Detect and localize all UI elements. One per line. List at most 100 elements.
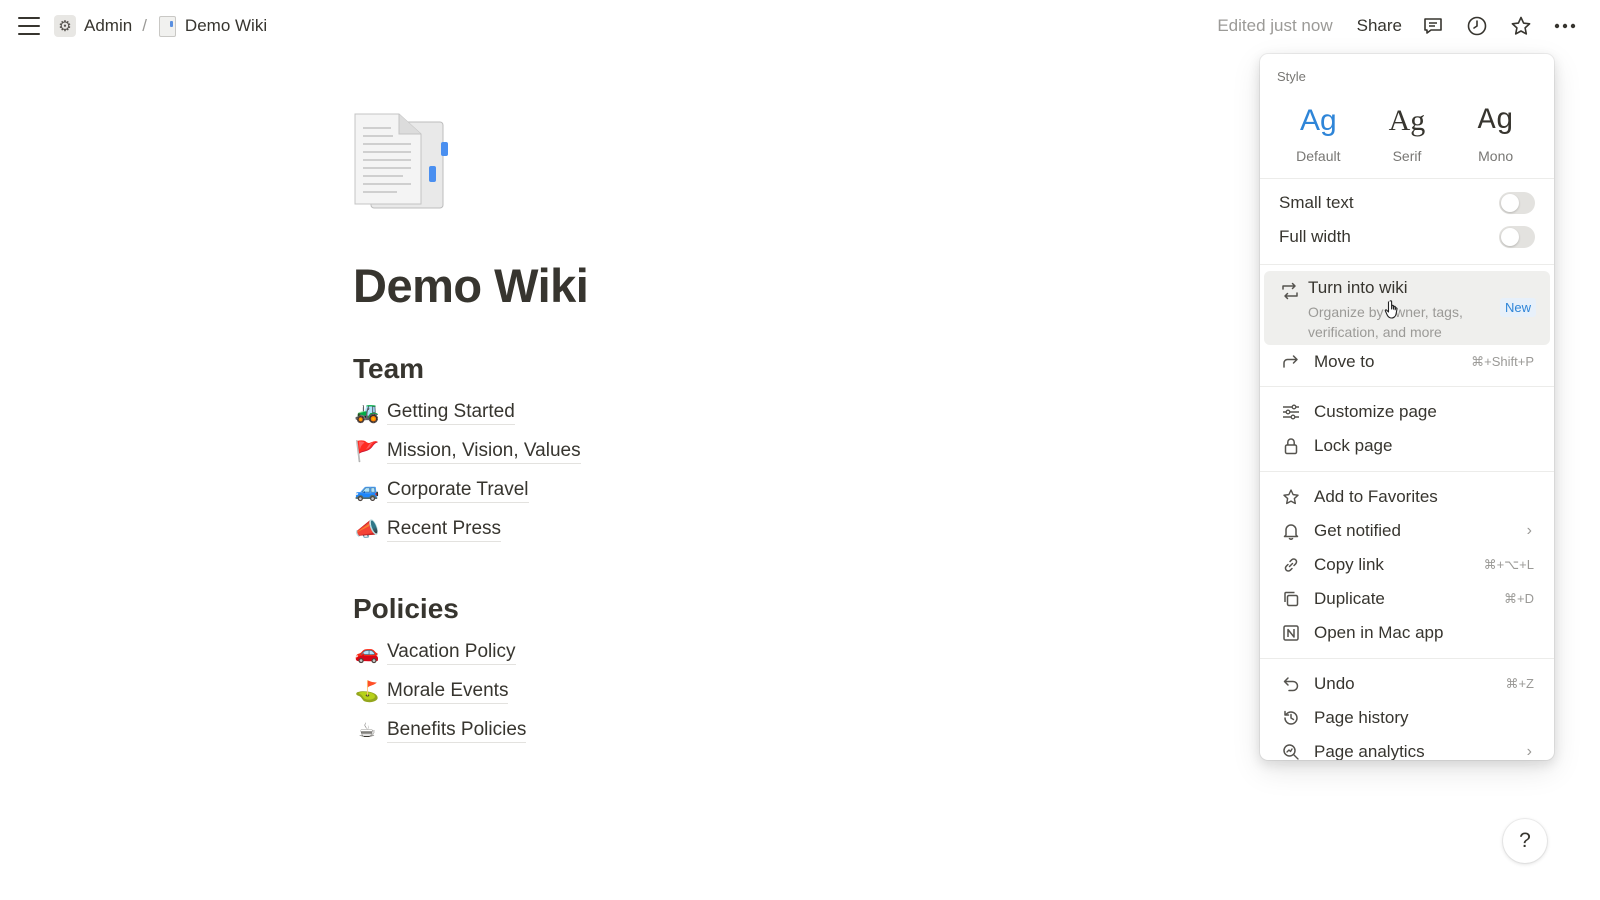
menu-divider <box>1260 264 1554 265</box>
customize-page-label: Customize page <box>1314 402 1437 421</box>
style-default-glyph: Ag <box>1299 104 1337 137</box>
page-options-menu: Style Ag Default Ag Serif Ag Mono Small … <box>1260 54 1554 760</box>
open-in-mac-app-item[interactable]: Open in Mac app <box>1266 616 1548 650</box>
page-link-label: Morale Events <box>387 680 509 704</box>
duplicate-label: Duplicate <box>1314 589 1385 608</box>
duplicate-icon <box>1276 590 1306 608</box>
duplicate-item[interactable]: Duplicate ⌘+D <box>1266 582 1548 616</box>
turn-into-wiki-item[interactable]: Turn into wiki Organize by owner, tags, … <box>1264 271 1550 345</box>
arrow-turn-right-icon <box>1276 354 1306 370</box>
add-to-favorites-label: Add to Favorites <box>1314 487 1438 506</box>
copy-link-item[interactable]: Copy link ⌘+⌥+L <box>1266 548 1548 582</box>
policy-links: 🚗 Vacation Policy ⛳ Morale Events ☕ Bene… <box>353 633 1053 750</box>
style-mono-option[interactable]: Ag Mono <box>1456 102 1536 164</box>
menu-divider <box>1260 386 1554 387</box>
turn-into-wiki-label: Turn into wiki <box>1308 278 1408 297</box>
chevron-right-icon: › <box>1526 743 1532 760</box>
share-button[interactable]: Share <box>1357 16 1402 36</box>
page-link-morale-events[interactable]: ⛳ Morale Events <box>353 672 1053 711</box>
megaphone-icon: 📣 <box>354 519 380 541</box>
analytics-icon <box>1276 743 1306 760</box>
style-section-label: Style <box>1277 69 1306 84</box>
breadcrumb-workspace[interactable]: Admin <box>84 16 132 36</box>
page-history-item[interactable]: Page history <box>1266 701 1548 735</box>
breadcrumb-page[interactable]: Demo Wiki <box>185 16 267 36</box>
convert-icon <box>1276 279 1304 303</box>
move-to-item[interactable]: Move to ⌘+Shift+P <box>1266 345 1548 379</box>
small-text-label: Small text <box>1279 193 1354 212</box>
get-notified-label: Get notified <box>1314 521 1401 540</box>
menu-divider <box>1260 658 1554 659</box>
small-text-toggle[interactable] <box>1499 192 1535 214</box>
golf-flag-icon: ⛳ <box>354 681 380 703</box>
style-serif-option[interactable]: Ag Serif <box>1367 102 1447 164</box>
history-icon <box>1276 709 1306 727</box>
link-icon <box>1276 556 1306 574</box>
document-icon <box>157 15 177 37</box>
page-link-corporate-travel[interactable]: 🚙 Corporate Travel <box>353 471 1053 510</box>
new-badge: New <box>1499 298 1536 317</box>
style-options: Ag Default Ag Serif Ag Mono <box>1274 102 1540 164</box>
full-width-toggle[interactable] <box>1499 226 1535 248</box>
edited-status: Edited just now <box>1217 16 1333 35</box>
sidebar-menu-icon[interactable] <box>18 17 40 37</box>
car-icon: 🚗 <box>354 642 380 664</box>
star-icon <box>1276 488 1306 506</box>
page-link-label: Recent Press <box>387 518 502 542</box>
lock-page-item[interactable]: Lock page <box>1266 429 1548 463</box>
style-default-option[interactable]: Ag Default <box>1278 102 1358 164</box>
page-link-benefits-policies[interactable]: ☕ Benefits Policies <box>353 711 1053 750</box>
page-link-getting-started[interactable]: 🚜 Getting Started <box>353 393 1053 432</box>
star-icon[interactable] <box>1508 13 1534 39</box>
page-link-label: Vacation Policy <box>387 641 516 665</box>
customize-page-item[interactable]: Customize page <box>1266 395 1548 429</box>
top-actions: Edited just now Share <box>1217 13 1578 39</box>
menu-divider <box>1260 178 1554 179</box>
duplicate-shortcut: ⌘+D <box>1504 591 1534 606</box>
page-content: Demo Wiki Team 🚜 Getting Started 🚩 Missi… <box>353 108 1053 750</box>
add-to-favorites-item[interactable]: Add to Favorites <box>1266 480 1548 514</box>
move-to-shortcut: ⌘+Shift+P <box>1471 354 1534 369</box>
open-in-mac-app-label: Open in Mac app <box>1314 623 1444 642</box>
full-width-label: Full width <box>1279 227 1351 246</box>
page-analytics-label: Page analytics <box>1314 742 1425 760</box>
team-links: 🚜 Getting Started 🚩 Mission, Vision, Val… <box>353 393 1053 549</box>
page-document-icon[interactable] <box>353 108 453 212</box>
undo-item[interactable]: Undo ⌘+Z <box>1266 667 1548 701</box>
undo-icon <box>1276 676 1306 692</box>
coffee-icon: ☕ <box>358 720 376 742</box>
chevron-right-icon: › <box>1526 522 1532 539</box>
bell-icon <box>1276 522 1306 540</box>
menu-divider <box>1260 471 1554 472</box>
top-bar: ⚙ Admin / Demo Wiki Edited just now Shar… <box>0 0 1600 54</box>
full-width-row: Full width <box>1279 222 1535 252</box>
style-serif-glyph: Ag <box>1388 104 1426 137</box>
more-options-icon[interactable] <box>1552 13 1578 39</box>
car-icon: 🚙 <box>354 480 380 502</box>
page-link-vacation-policy[interactable]: 🚗 Vacation Policy <box>353 633 1053 672</box>
sliders-icon <box>1276 404 1306 420</box>
clock-icon[interactable] <box>1464 13 1490 39</box>
style-mono-glyph: Ag <box>1477 104 1514 138</box>
page-link-mission[interactable]: 🚩 Mission, Vision, Values <box>353 432 1053 471</box>
flag-icon: 🚩 <box>354 441 380 463</box>
page-analytics-item[interactable]: Page analytics › <box>1266 735 1548 760</box>
move-to-label: Move to <box>1314 352 1375 371</box>
page-link-recent-press[interactable]: 📣 Recent Press <box>353 510 1053 549</box>
help-button[interactable]: ? <box>1503 819 1547 863</box>
style-mono-label: Mono <box>1478 148 1514 164</box>
style-serif-label: Serif <box>1392 148 1422 164</box>
notion-logo-icon <box>1276 624 1306 642</box>
hand-cursor-icon <box>1384 299 1402 326</box>
get-notified-item[interactable]: Get notified › <box>1266 514 1548 548</box>
page-history-label: Page history <box>1314 708 1409 727</box>
breadcrumb: ⚙ Admin / Demo Wiki <box>54 15 267 37</box>
section-heading-policies: Policies <box>353 593 459 624</box>
comment-icon[interactable] <box>1420 13 1446 39</box>
tractor-icon: 🚜 <box>354 402 380 424</box>
page-link-label: Benefits Policies <box>387 719 527 743</box>
undo-shortcut: ⌘+Z <box>1505 676 1534 691</box>
small-text-row: Small text <box>1279 188 1535 218</box>
copy-link-shortcut: ⌘+⌥+L <box>1483 557 1534 572</box>
page-title[interactable]: Demo Wiki <box>353 258 1053 313</box>
